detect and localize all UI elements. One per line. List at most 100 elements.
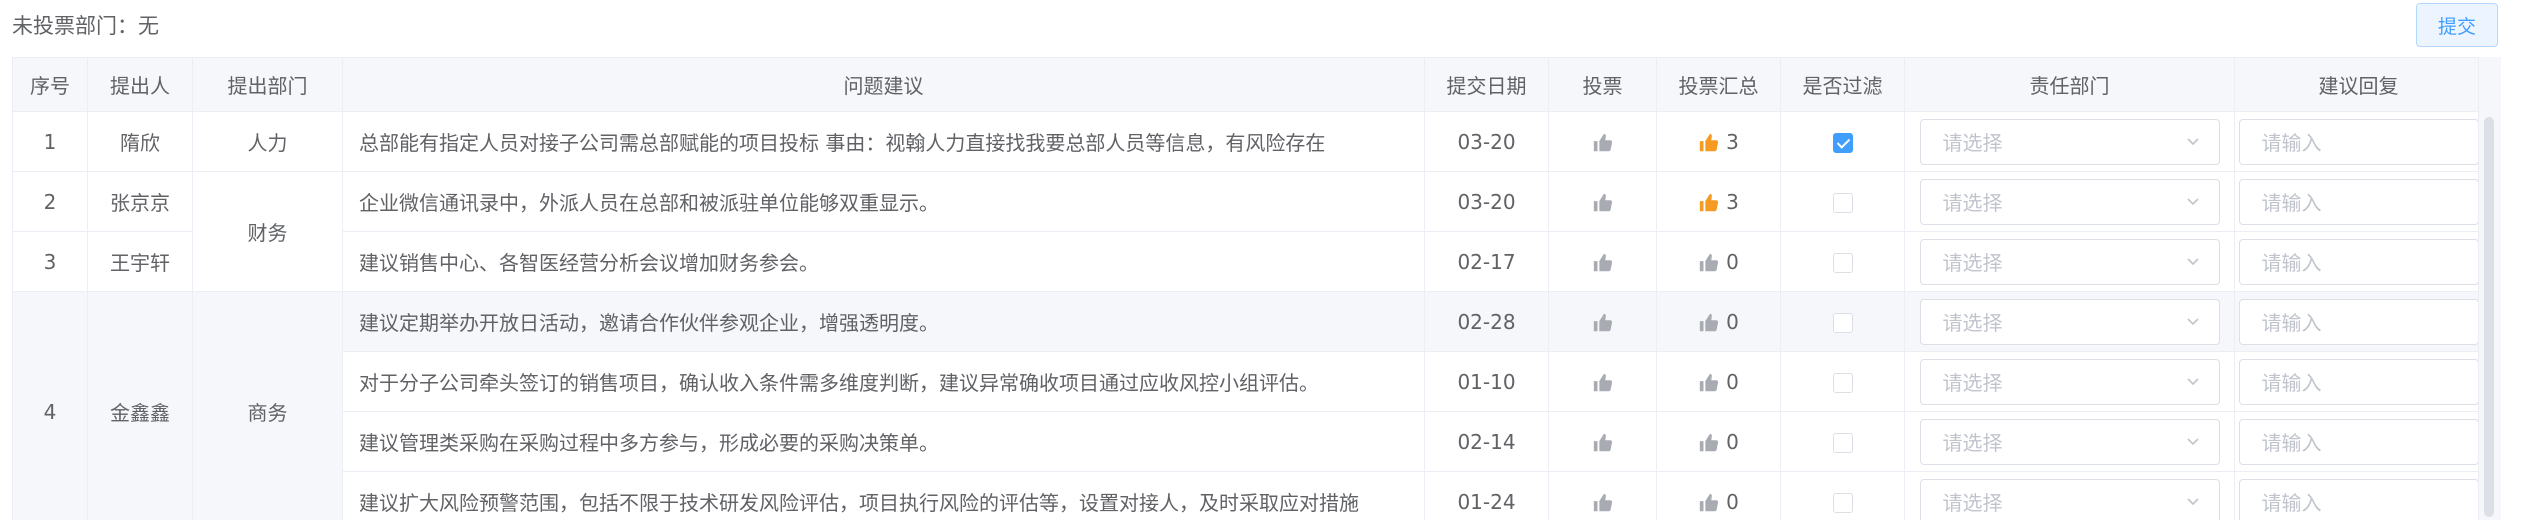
cell-issue: 建议扩大风险预警范围，包括不限于技术研发风险评估，项目执行风险的评估等，设置对接… bbox=[342, 471, 1425, 520]
reply-input[interactable]: 请输入 bbox=[2238, 358, 2479, 405]
reply-input[interactable]: 请输入 bbox=[2238, 478, 2479, 520]
cell-reply: 请输入 bbox=[2234, 351, 2483, 412]
cell-vote-total: 0 bbox=[1656, 471, 1781, 520]
thumbs-up-icon bbox=[1698, 129, 1720, 154]
cell-responsible-dept: 请选择 bbox=[1904, 291, 2235, 352]
select-placeholder: 请选择 bbox=[1942, 131, 2003, 155]
cell-date: 03-20 bbox=[1424, 111, 1549, 172]
cell-filtered bbox=[1780, 111, 1905, 172]
cell-vote-total: 0 bbox=[1656, 351, 1781, 412]
cell-department: 人力 bbox=[192, 111, 343, 172]
cell-reply: 请输入 bbox=[2234, 471, 2483, 520]
scrollbar-thumb[interactable] bbox=[2484, 117, 2494, 517]
select-placeholder: 请选择 bbox=[1942, 191, 2003, 215]
responsible-dept-select[interactable]: 请选择 bbox=[1919, 418, 2220, 465]
table-row: 1 隋欣 人力 总部能有指定人员对接子公司需总部赋能的项目投标 事由：视翰人力直接找我… bbox=[12, 111, 2483, 172]
responsible-dept-select[interactable]: 请选择 bbox=[1919, 358, 2220, 405]
cell-vote[interactable] bbox=[1548, 111, 1657, 172]
responsible-dept-select[interactable]: 请选择 bbox=[1919, 298, 2220, 345]
thumbs-up-icon[interactable] bbox=[1592, 189, 1614, 213]
chevron-down-icon bbox=[2185, 370, 2201, 394]
vertical-scrollbar[interactable] bbox=[2478, 57, 2501, 520]
cell-reply: 请输入 bbox=[2234, 171, 2483, 232]
reply-input[interactable]: 请输入 bbox=[2238, 118, 2479, 165]
vote-total-count: 0 bbox=[1726, 489, 1739, 514]
filter-checkbox[interactable] bbox=[1832, 313, 1853, 333]
cell-proposer: 金鑫鑫 bbox=[87, 291, 193, 520]
cell-responsible-dept: 请选择 bbox=[1904, 231, 2235, 292]
thumbs-up-icon[interactable] bbox=[1592, 309, 1614, 333]
chevron-down-icon bbox=[2185, 430, 2201, 454]
cell-vote[interactable] bbox=[1548, 471, 1657, 520]
filter-checkbox[interactable] bbox=[1832, 253, 1853, 273]
filter-checkbox[interactable] bbox=[1832, 433, 1853, 453]
cell-vote[interactable] bbox=[1548, 411, 1657, 472]
cell-reply: 请输入 bbox=[2234, 231, 2483, 292]
thumbs-up-icon[interactable] bbox=[1592, 489, 1614, 513]
cell-no: 1 bbox=[12, 111, 88, 172]
thumbs-up-icon[interactable] bbox=[1592, 429, 1614, 453]
thumbs-up-icon[interactable] bbox=[1592, 129, 1614, 153]
cell-filtered bbox=[1780, 291, 1905, 352]
cell-issue: 总部能有指定人员对接子公司需总部赋能的项目投标 事由：视翰人力直接找我要总部人员… bbox=[342, 111, 1425, 172]
toolbar: 未投票部门：无 提交 bbox=[0, 0, 2536, 54]
vote-total-count: 0 bbox=[1726, 369, 1739, 394]
thumbs-up-icon bbox=[1698, 489, 1720, 514]
cell-no: 4 bbox=[12, 291, 88, 520]
cell-issue: 建议定期举办开放日活动，邀请合作伙伴参观企业，增强透明度。 bbox=[342, 291, 1425, 352]
table-row: 建议管理类采购在采购过程中多方参与，形成必要的采购决策单。 02-14 0 请选择 请输… bbox=[13, 411, 2483, 472]
cell-date: 02-28 bbox=[1424, 291, 1549, 352]
submit-button[interactable]: 提交 bbox=[2416, 3, 2498, 47]
chevron-down-icon bbox=[2185, 250, 2201, 274]
thumbs-up-icon bbox=[1698, 369, 1720, 394]
cell-vote[interactable] bbox=[1548, 171, 1657, 232]
thumbs-up-icon bbox=[1698, 429, 1720, 454]
cell-vote-total: 0 bbox=[1656, 291, 1781, 352]
filter-checkbox[interactable] bbox=[1832, 193, 1853, 213]
reply-input[interactable]: 请输入 bbox=[2238, 418, 2479, 465]
suggestion-table: 序号 提出人 提出部门 问题建议 提交日期 投票 投票汇总 是否过滤 责任部门 … bbox=[12, 57, 2500, 520]
reply-input[interactable]: 请输入 bbox=[2238, 238, 2479, 285]
filter-checkbox[interactable] bbox=[1832, 133, 1853, 153]
vote-total-count: 0 bbox=[1726, 429, 1739, 454]
thumbs-up-icon[interactable] bbox=[1592, 369, 1614, 393]
cell-responsible-dept: 请选择 bbox=[1904, 171, 2235, 232]
col-header-vote: 投票 bbox=[1548, 57, 1657, 112]
table-row: 3 王宇轩 建议销售中心、各智医经营分析会议增加财务参会。 02-17 0 请选择 请输入 bbox=[12, 231, 2483, 292]
chevron-down-icon bbox=[2185, 190, 2201, 214]
responsible-dept-select[interactable]: 请选择 bbox=[1919, 478, 2220, 520]
filter-checkbox[interactable] bbox=[1832, 373, 1853, 393]
cell-filtered bbox=[1780, 471, 1905, 520]
cell-date: 01-24 bbox=[1424, 471, 1549, 520]
cell-department: 商务 bbox=[192, 291, 343, 520]
unvoted-departments-label: 未投票部门：无 bbox=[12, 14, 159, 38]
cell-reply: 请输入 bbox=[2234, 111, 2483, 172]
filter-checkbox[interactable] bbox=[1832, 493, 1853, 513]
vote-total-count: 3 bbox=[1726, 129, 1739, 154]
reply-input[interactable]: 请输入 bbox=[2238, 178, 2479, 225]
cell-responsible-dept: 请选择 bbox=[1904, 351, 2235, 412]
col-header-department: 提出部门 bbox=[192, 57, 343, 112]
responsible-dept-select[interactable]: 请选择 bbox=[1919, 118, 2220, 165]
cell-filtered bbox=[1780, 171, 1905, 232]
cell-vote[interactable] bbox=[1548, 291, 1657, 352]
thumbs-up-icon bbox=[1698, 309, 1720, 334]
responsible-dept-select[interactable]: 请选择 bbox=[1919, 178, 2220, 225]
cell-vote[interactable] bbox=[1548, 351, 1657, 412]
cell-vote[interactable] bbox=[1548, 231, 1657, 292]
select-placeholder: 请选择 bbox=[1942, 371, 2003, 395]
cell-vote-total: 0 bbox=[1656, 231, 1781, 292]
responsible-dept-select[interactable]: 请选择 bbox=[1919, 238, 2220, 285]
cell-vote-total: 3 bbox=[1656, 111, 1781, 172]
reply-input[interactable]: 请输入 bbox=[2238, 298, 2479, 345]
cell-issue: 企业微信通讯录中，外派人员在总部和被派驻单位能够双重显示。 bbox=[342, 171, 1425, 232]
cell-proposer: 隋欣 bbox=[87, 111, 193, 172]
select-placeholder: 请选择 bbox=[1942, 251, 2003, 275]
thumbs-up-icon[interactable] bbox=[1592, 249, 1614, 273]
cell-date: 01-10 bbox=[1424, 351, 1549, 412]
cell-date: 03-20 bbox=[1424, 171, 1549, 232]
col-header-vote-total: 投票汇总 bbox=[1656, 57, 1781, 112]
chevron-down-icon bbox=[2185, 490, 2201, 514]
thumbs-up-icon bbox=[1698, 189, 1720, 214]
cell-filtered bbox=[1780, 231, 1905, 292]
